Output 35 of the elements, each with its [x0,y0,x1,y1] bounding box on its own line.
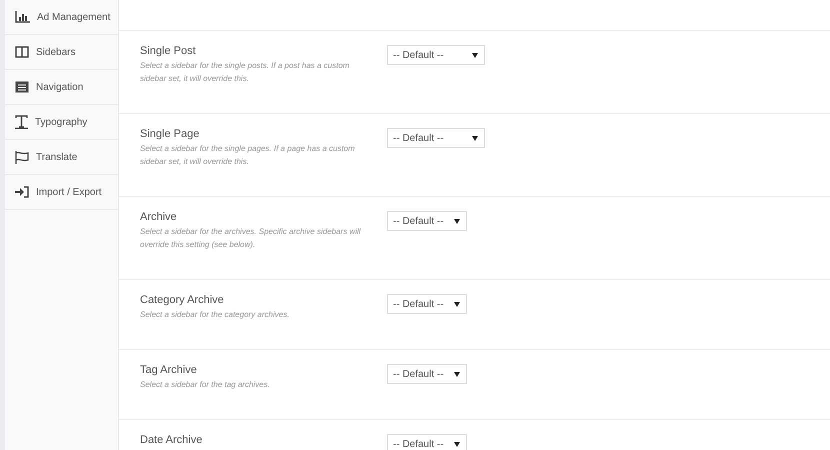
setting-label: Date Archive [140,434,204,446]
setting-description: Select a sidebar for the single posts. If a post has a custom sidebar set, it will override this. [140,60,350,85]
setting-description: Select a sidebar for the archives. Specific archive sidebars will override this setting (see below). [140,226,362,251]
caret-icon [454,372,460,376]
sign-in-icon [15,186,29,198]
setting-description: Select a sidebar for the category archives. [140,309,290,321]
setting-description: Select a sidebar for the single pages. If a page has a custom sidebar set, it will override this. [140,143,356,168]
caret-icon [454,442,460,446]
text-icon [15,115,28,129]
sidebar-item[interactable]: Navigation [5,70,118,105]
caret-icon [454,218,460,224]
sidebar-item[interactable]: Ad Management [5,0,118,35]
setting-label: Category Archive [140,294,225,306]
sidebar-item[interactable]: Translate [5,140,118,175]
list-icon [15,81,29,93]
sidebar-dropdown[interactable]: -- Default -- [387,211,467,231]
sidebar-dropdown[interactable]: -- Default -- [387,294,467,314]
bar-chart-icon [15,11,30,23]
setting-description: Select a sidebar for the tag archives. [140,379,271,391]
setting-label: Single Post [140,45,197,57]
columns-icon [15,46,29,58]
sidebar-item[interactable]: Import / Export [5,175,118,210]
setting-label: Tag Archive [140,364,198,376]
flag-icon [15,150,29,164]
sidebar-dropdown[interactable]: -- Default -- [387,128,485,148]
caret-icon [472,136,478,140]
sidebar-dropdown[interactable]: -- Default -- [387,364,467,384]
caret-icon [472,52,478,58]
sidebar-dropdown[interactable]: -- Default -- [387,434,467,450]
sidebar-item[interactable]: Sidebars [5,35,118,70]
caret-icon [454,302,460,306]
setting-label: Archive [140,211,178,223]
sidebar-dropdown[interactable]: -- Default -- [387,45,485,65]
sidebar-item[interactable]: Typography [5,105,118,140]
setting-label: Single Page [140,128,200,140]
